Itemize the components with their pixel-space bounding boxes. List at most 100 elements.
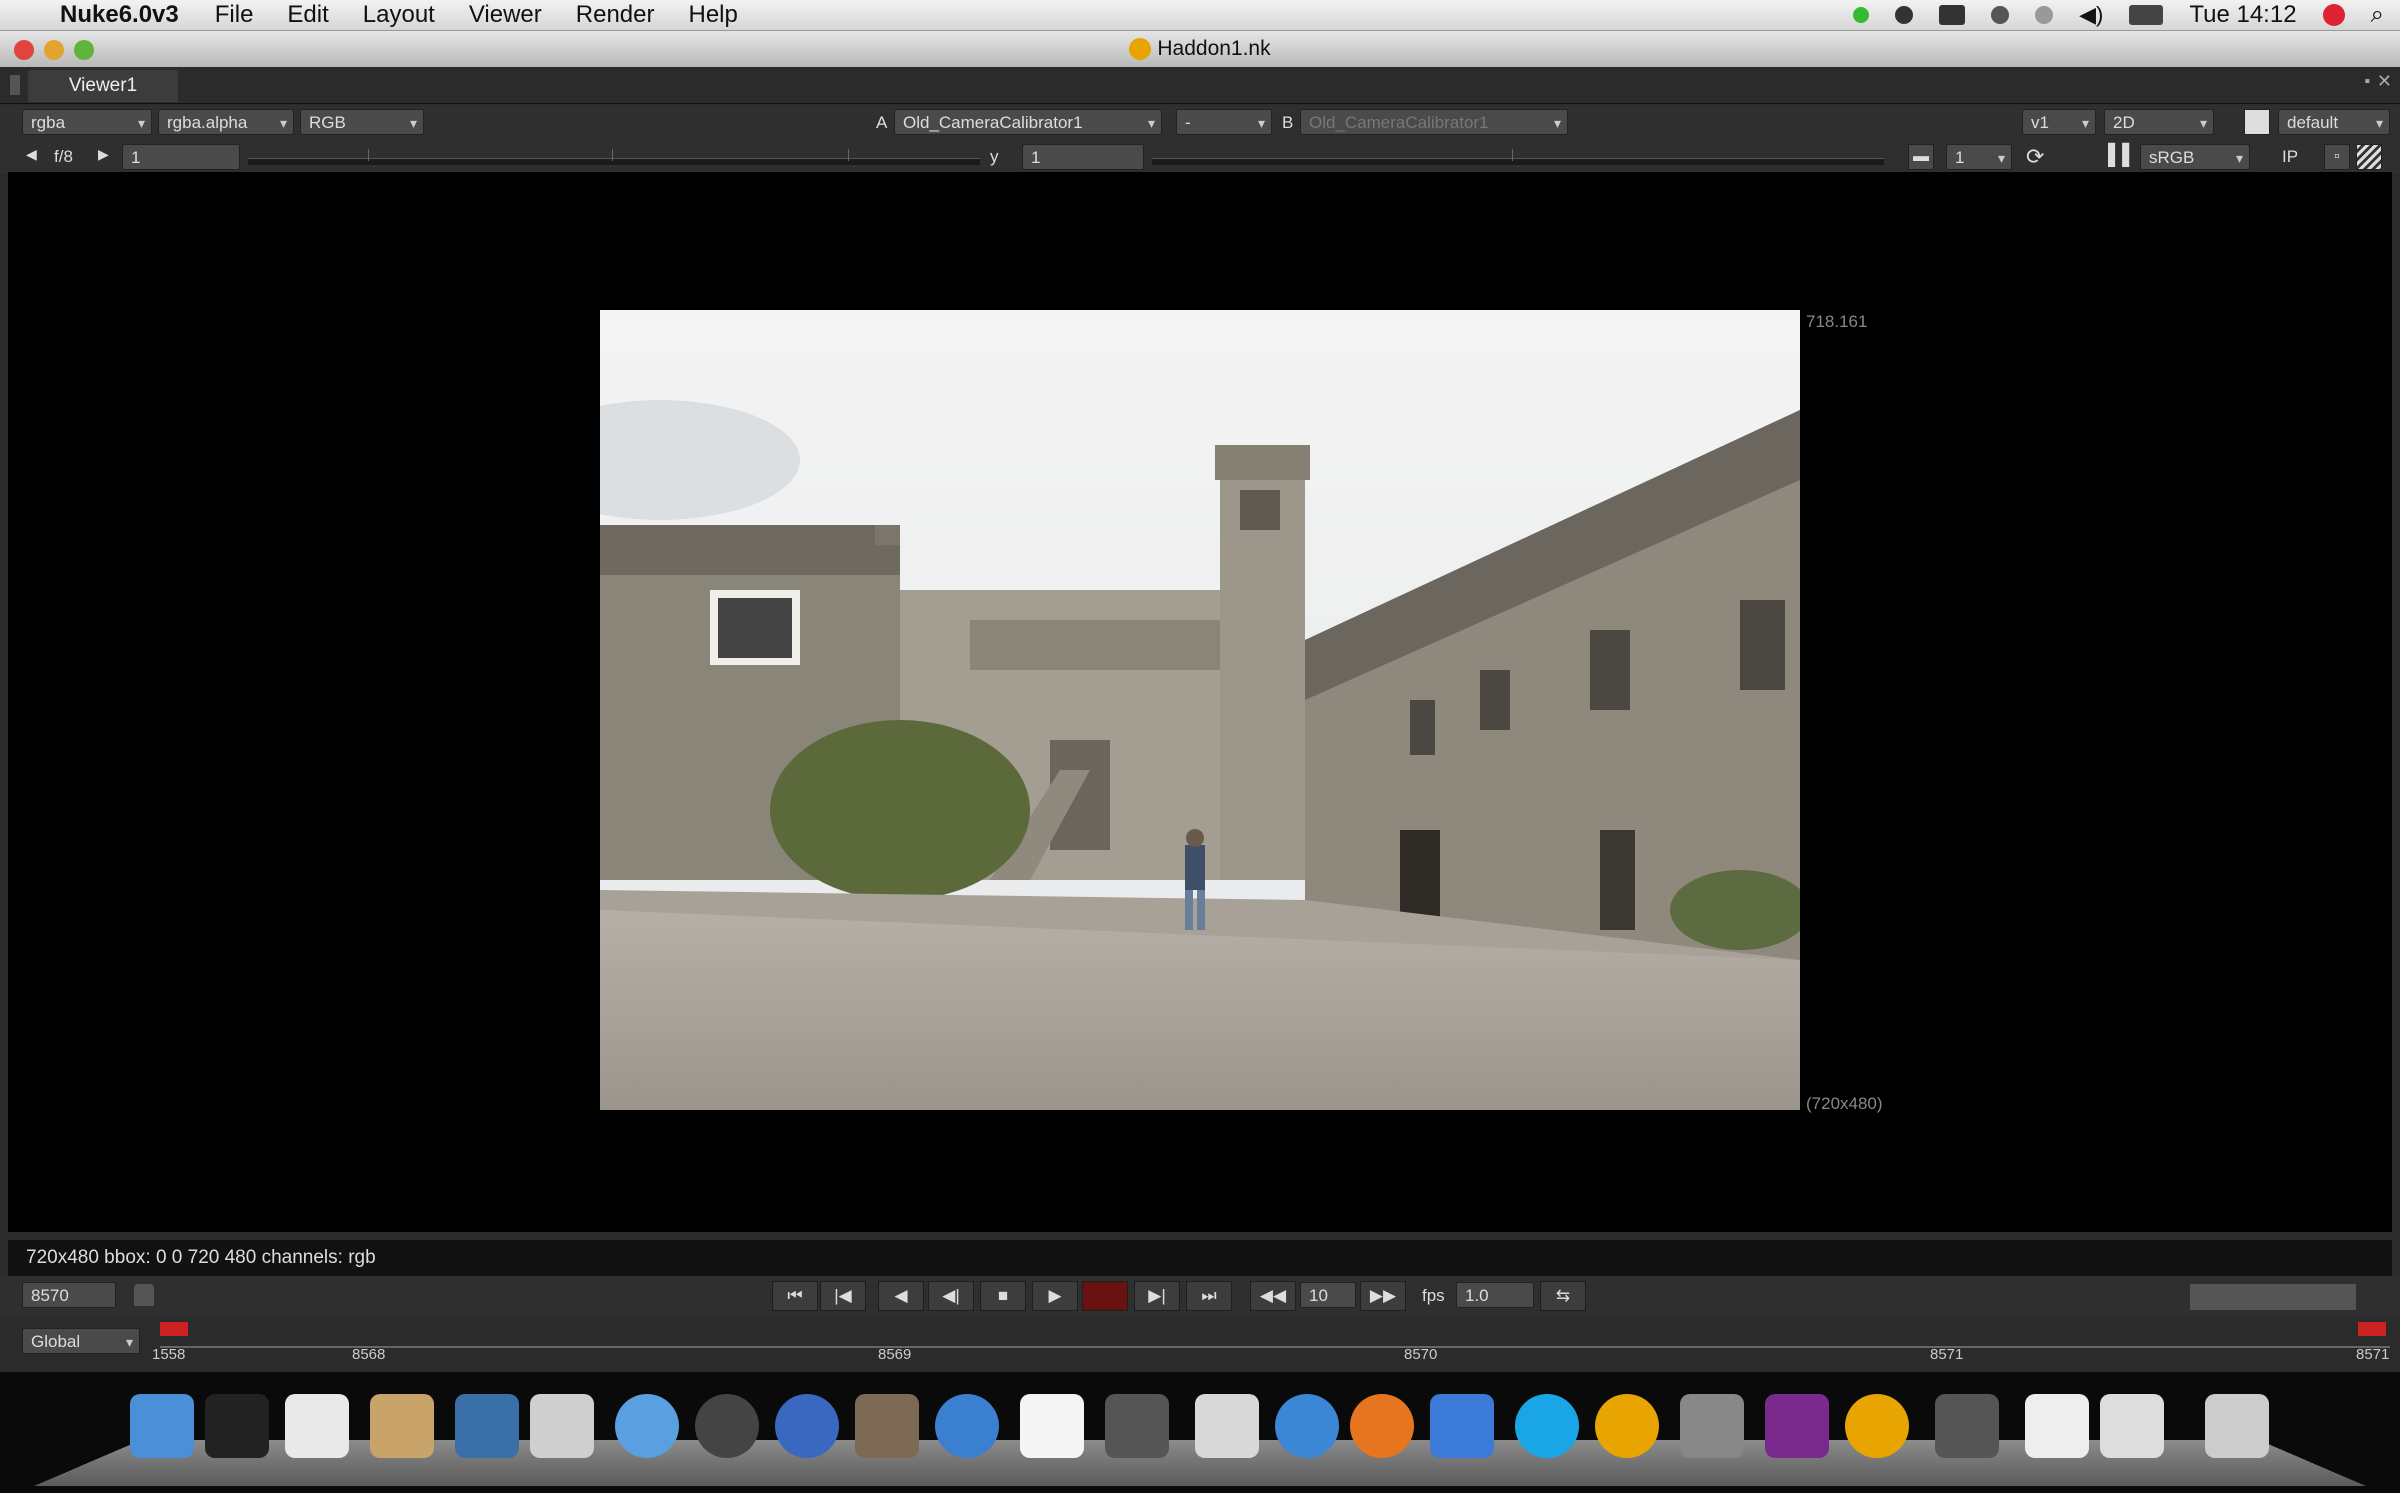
notification-icon[interactable]: [2322, 4, 2345, 26]
dock-gimp-icon[interactable]: [855, 1394, 919, 1458]
gain-slider[interactable]: [248, 149, 980, 165]
time-machine-menu-icon[interactable]: [1991, 6, 2010, 24]
stripes-overlay-icon[interactable]: [2356, 144, 2382, 170]
battery-icon[interactable]: [2129, 5, 2164, 25]
gamma-field[interactable]: 1: [1022, 144, 1144, 170]
panel-float-icon[interactable]: ▪: [2364, 73, 2370, 91]
dock-skype-icon[interactable]: [1515, 1394, 1579, 1458]
play-forward-button[interactable]: ▶: [1032, 1281, 1078, 1311]
menu-layout[interactable]: Layout: [363, 1, 435, 29]
refresh-icon[interactable]: ⟳: [2026, 144, 2044, 170]
dock-textedit-icon[interactable]: [1020, 1394, 1084, 1458]
channels-dropdown[interactable]: rgba: [22, 109, 152, 136]
dock-safari-compass-icon[interactable]: [775, 1394, 839, 1458]
compare-operation-dropdown[interactable]: -: [1176, 109, 1272, 136]
dock-document-icon[interactable]: [2025, 1394, 2089, 1458]
frame-increment-field[interactable]: 10: [1300, 1282, 1356, 1308]
dock-trash-icon[interactable]: [2205, 1394, 2269, 1458]
tab-viewer1[interactable]: Viewer1: [28, 70, 178, 102]
menu-edit[interactable]: Edit: [287, 1, 328, 29]
menu-render[interactable]: Render: [576, 1, 655, 29]
menu-viewer[interactable]: Viewer: [469, 1, 542, 29]
input-a-dropdown[interactable]: Old_CameraCalibrator1: [894, 109, 1162, 136]
status-green-icon[interactable]: [1853, 7, 1870, 23]
step-forward-increment-button[interactable]: ▶▶: [1360, 1281, 1406, 1311]
view-dropdown[interactable]: v1: [2022, 109, 2096, 136]
lut-preset-dropdown[interactable]: default: [2278, 109, 2390, 136]
viewer-toolbar-top: rgba rgba.alpha RGB A Old_CameraCalibrat…: [0, 105, 2400, 139]
roi-icon[interactable]: ▫: [2324, 144, 2350, 170]
dock-preview-icon[interactable]: [530, 1394, 594, 1458]
proxy-icon[interactable]: ▬: [1908, 144, 1934, 170]
menubar-clock[interactable]: Tue 14:12: [2189, 1, 2296, 29]
loop-mode-button[interactable]: ⇆: [1540, 1281, 1586, 1311]
viewer-mode-dropdown[interactable]: 2D: [2104, 109, 2214, 136]
viewer-toolbar-sliders: ◀ f/8 ▶ 1 y 1 ▬ 1 ⟳ ▌▌ sRGB IP ▫: [0, 140, 2400, 311]
clip-warning-icon[interactable]: ▌▌: [2108, 144, 2136, 167]
fstop-decrease-icon[interactable]: ◀: [26, 146, 37, 163]
fps-field[interactable]: 1.0: [1456, 1282, 1534, 1308]
dock-calculator-icon[interactable]: [1195, 1394, 1259, 1458]
dock-network-icon[interactable]: [1275, 1394, 1339, 1458]
dock-system-preferences-icon[interactable]: [1680, 1394, 1744, 1458]
dock-itunes-icon[interactable]: [615, 1394, 679, 1458]
menu-file[interactable]: File: [215, 1, 254, 29]
lock-icon[interactable]: [134, 1284, 154, 1306]
timeline-mode-dropdown[interactable]: Global: [22, 1328, 140, 1355]
window-title: Haddon1.nk: [1157, 37, 1271, 60]
timeline-in-marker[interactable]: [160, 1322, 188, 1336]
display-channels-dropdown[interactable]: RGB: [300, 109, 424, 136]
last-frame-button[interactable]: ⏭: [1186, 1281, 1232, 1311]
zoom-window-icon[interactable]: [74, 40, 94, 60]
wifi-icon[interactable]: [2035, 6, 2054, 24]
step-back-increment-button[interactable]: ◀◀: [1250, 1281, 1296, 1311]
menu-app-name[interactable]: Nuke6.0v3: [60, 1, 179, 29]
dock-nuke-icon[interactable]: [1845, 1394, 1909, 1458]
stop-button[interactable]: ■: [980, 1281, 1026, 1311]
bluetooth-icon[interactable]: [1895, 6, 1914, 24]
record-button[interactable]: [1082, 1281, 1128, 1311]
dock-mail-icon[interactable]: [935, 1394, 999, 1458]
dock-folder-icon[interactable]: [1935, 1394, 1999, 1458]
display-icon[interactable]: [1939, 5, 1966, 25]
input-process-label[interactable]: IP: [2282, 147, 2298, 167]
lut-icon[interactable]: [2244, 109, 2270, 135]
input-b-dropdown[interactable]: Old_CameraCalibrator1: [1300, 109, 1568, 136]
dock-dashboard-icon[interactable]: [1105, 1394, 1169, 1458]
timeline-out-marker[interactable]: [2358, 1322, 2386, 1336]
gain-field[interactable]: 1: [122, 144, 240, 170]
dock-nuke-icon[interactable]: [1595, 1394, 1659, 1458]
dock-finder-icon[interactable]: [130, 1394, 194, 1458]
minimize-window-icon[interactable]: [44, 40, 64, 60]
dock-hd-app-icon[interactable]: [1765, 1394, 1829, 1458]
play-backward-button[interactable]: ◀|: [928, 1281, 974, 1311]
volume-icon[interactable]: ◀): [2079, 2, 2103, 28]
panel-grip-icon[interactable]: [10, 75, 20, 95]
previous-frame-button[interactable]: ◀: [878, 1281, 924, 1311]
first-frame-button[interactable]: ⏮: [772, 1281, 818, 1311]
menu-help[interactable]: Help: [689, 1, 738, 29]
next-keyframe-button[interactable]: ▶|: [1134, 1281, 1180, 1311]
timeline-track[interactable]: [160, 1346, 2390, 1348]
dock-time-machine-icon[interactable]: [695, 1394, 759, 1458]
dock-xcode-icon[interactable]: [1430, 1394, 1494, 1458]
dock-firefox-icon[interactable]: [1350, 1394, 1414, 1458]
dock-iphoto-icon[interactable]: [455, 1394, 519, 1458]
previous-keyframe-button[interactable]: |◀: [820, 1281, 866, 1311]
alpha-channel-dropdown[interactable]: rgba.alpha: [158, 109, 294, 136]
fstop-increase-icon[interactable]: ▶: [98, 146, 109, 163]
spotlight-search-icon[interactable]: ⌕: [2371, 1, 2384, 29]
gamma-slider[interactable]: [1152, 149, 1884, 165]
panel-close-icon[interactable]: ✕: [2377, 71, 2392, 92]
dock-ical-icon[interactable]: [285, 1394, 349, 1458]
dock-downloads-icon[interactable]: [2100, 1394, 2164, 1458]
current-frame-field[interactable]: 8570: [22, 1282, 116, 1308]
dock-terminal-icon[interactable]: [205, 1394, 269, 1458]
proxy-level-dropdown[interactable]: 1: [1946, 144, 2012, 171]
close-window-icon[interactable]: [14, 40, 34, 60]
playback-range-bar[interactable]: [2190, 1284, 2356, 1310]
dock-archive-icon[interactable]: [370, 1394, 434, 1458]
colorspace-dropdown[interactable]: sRGB: [2140, 144, 2250, 171]
input-b-label: B: [1282, 113, 1294, 132]
timeline-label-start: 1558: [152, 1346, 186, 1363]
